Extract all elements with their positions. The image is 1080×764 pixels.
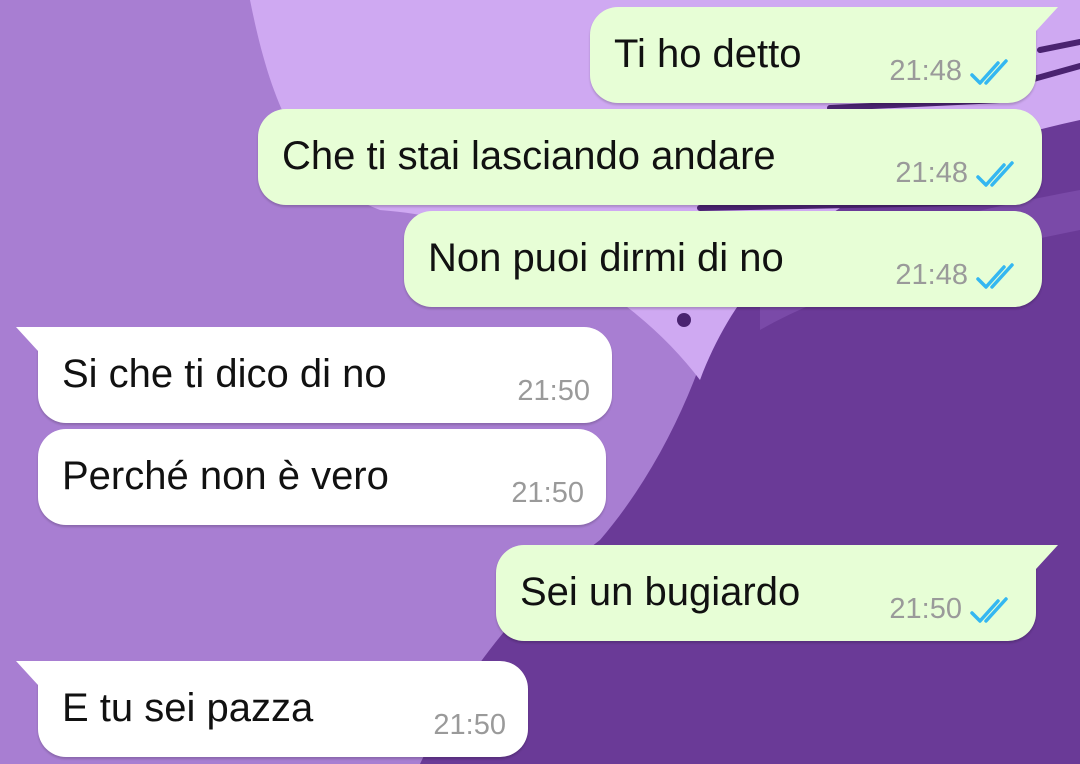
message-bubble[interactable]: Sei un bugiardo 21:50 (496, 545, 1058, 641)
message-bubble[interactable]: Che ti stai lasciando andare 21:48 (258, 109, 1042, 205)
double-check-read-icon (976, 161, 1014, 187)
message-text: Ti ho detto (614, 32, 802, 76)
message-time: 21:48 (895, 157, 968, 189)
message-text: Perché non è vero (62, 454, 389, 498)
message-bubble[interactable]: E tu sei pazza 21:50 (16, 661, 528, 757)
double-check-read-icon (970, 59, 1008, 85)
message-time: 21:50 (433, 709, 506, 741)
message-time: 21:50 (511, 477, 584, 509)
double-check-read-icon (976, 263, 1014, 289)
message-text: Sei un bugiardo (520, 570, 801, 614)
message-time: 21:48 (895, 259, 968, 291)
message-time: 21:48 (889, 55, 962, 87)
message-text: Che ti stai lasciando andare (282, 134, 776, 178)
message-text: Si che ti dico di no (62, 352, 387, 396)
message-bubble[interactable]: Non puoi dirmi di no 21:48 (404, 211, 1042, 307)
message-time: 21:50 (889, 593, 962, 625)
message-bubble[interactable]: Perché non è vero 21:50 (38, 429, 606, 525)
message-text: Non puoi dirmi di no (428, 236, 784, 280)
double-check-read-icon (970, 597, 1008, 623)
message-bubble[interactable]: Si che ti dico di no 21:50 (16, 327, 612, 423)
message-time: 21:50 (517, 375, 590, 407)
message-bubble[interactable]: Ti ho detto 21:48 (590, 7, 1058, 103)
message-text: E tu sei pazza (62, 686, 314, 730)
